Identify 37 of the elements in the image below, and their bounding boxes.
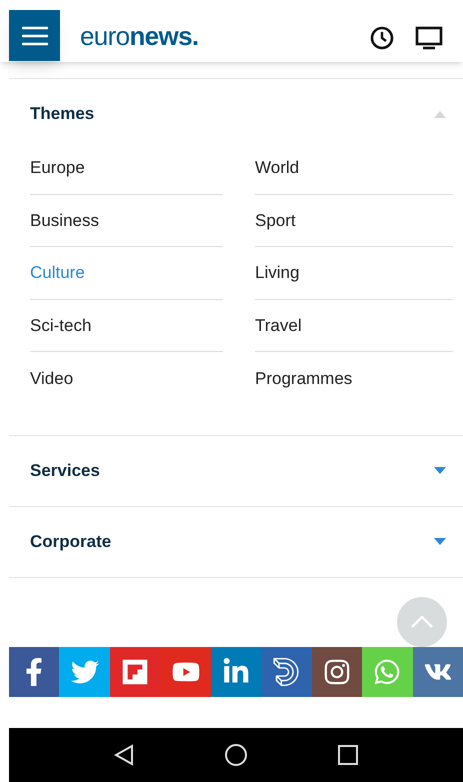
share-link[interactable]: [160, 646, 211, 696]
share-link[interactable]: [210, 646, 262, 696]
theme-link[interactable]: Living: [255, 247, 453, 300]
share-link[interactable]: [312, 646, 362, 696]
recents-icon[interactable]: [338, 745, 358, 765]
tv-icon[interactable]: [415, 26, 443, 50]
dailymotion-icon: [272, 658, 300, 686]
theme-link[interactable]: Business: [30, 194, 223, 247]
bird-icon: [70, 658, 99, 686]
logo[interactable]: euronews.: [80, 16, 198, 56]
expand-triangle-icon: [434, 538, 446, 545]
camera-icon: [322, 658, 351, 686]
share-link[interactable]: [110, 646, 160, 696]
theme-link[interactable]: Sport: [255, 194, 453, 247]
flipboard-icon: [121, 658, 150, 686]
share-link[interactable]: [261, 646, 312, 696]
theme-link[interactable]: Video: [30, 352, 223, 404]
theme-link[interactable]: Europe: [30, 142, 223, 194]
menu-icon: [22, 24, 48, 46]
history-clock-icon[interactable]: [369, 25, 395, 51]
collapse-triangle-icon: [434, 110, 446, 118]
expand-triangle-icon: [434, 467, 446, 474]
share-link[interactable]: [412, 646, 463, 696]
theme-link[interactable]: Sci-tech: [30, 300, 223, 352]
share-link[interactable]: [9, 646, 60, 696]
theme-link[interactable]: Culture: [30, 247, 223, 300]
home-icon[interactable]: [224, 743, 248, 767]
theme-link[interactable]: Travel: [255, 300, 453, 352]
theme-link[interactable]: World: [255, 142, 453, 194]
chevron-up-icon: [411, 616, 433, 628]
phone-bubble-icon: [373, 658, 402, 686]
section-header[interactable]: Corporate: [9, 506, 463, 576]
section-header[interactable]: Services: [9, 436, 463, 506]
linkedin-icon: [222, 658, 250, 686]
theme-link[interactable]: Programmes: [255, 352, 453, 404]
menu-button[interactable]: [9, 10, 60, 61]
back-icon[interactable]: [114, 744, 134, 766]
